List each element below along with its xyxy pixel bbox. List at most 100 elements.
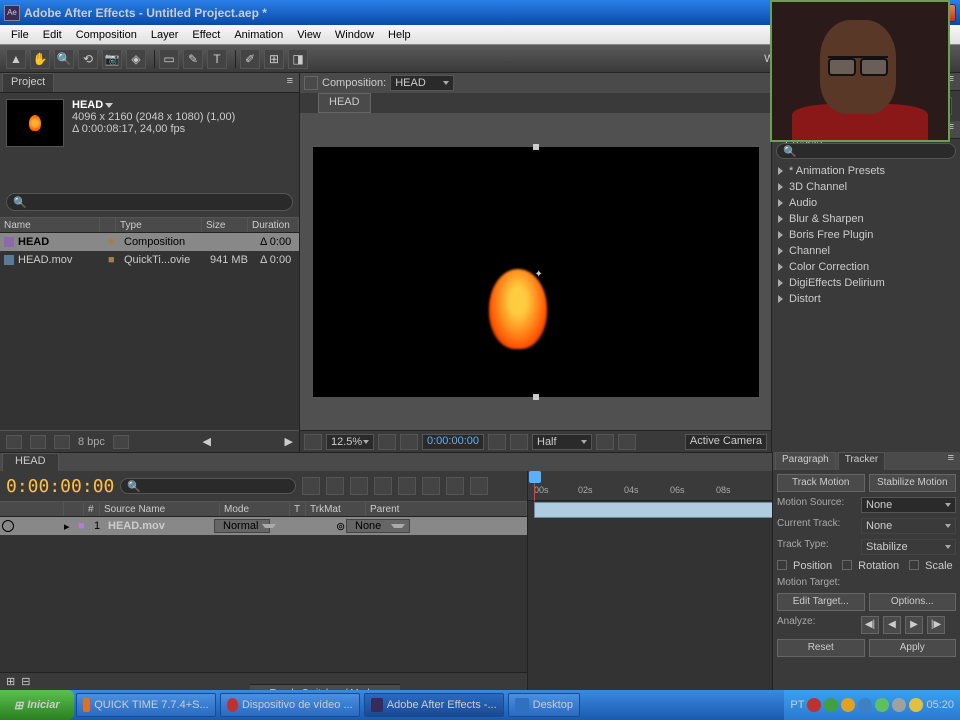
project-list[interactable]: HEAD ■ Composition Δ 0:00 HEAD.mov ■ Qui… <box>0 233 299 430</box>
roi-icon[interactable] <box>596 434 614 450</box>
canvas[interactable]: ✦ <box>313 147 759 397</box>
effects-list[interactable]: * Animation Presets 3D Channel Audio Blu… <box>772 163 960 452</box>
rotate-tool[interactable]: ⟲ <box>78 49 98 69</box>
channel-icon[interactable] <box>510 434 528 450</box>
current-time[interactable]: 0:00:00:00 <box>6 476 114 497</box>
zoom-select[interactable]: 12.5% <box>326 434 374 450</box>
new-comp-icon[interactable] <box>54 435 70 449</box>
timeline-layer[interactable]: ▸ ■ 1 HEAD.mov Normal ⊚ None <box>0 517 527 535</box>
brush-tool[interactable]: ✐ <box>240 49 260 69</box>
toggle-switches-icon[interactable]: ⊞ <box>6 675 15 688</box>
tray-icon[interactable] <box>892 698 906 712</box>
menu-layer[interactable]: Layer <box>144 29 186 41</box>
effect-category[interactable]: Audio <box>772 195 960 211</box>
taskbar-item[interactable]: Desktop <box>508 693 580 717</box>
effect-category[interactable]: 3D Channel <box>772 179 960 195</box>
tray-icon[interactable] <box>875 698 889 712</box>
new-folder-icon[interactable] <box>30 435 46 449</box>
project-item[interactable]: HEAD.mov ■ QuickTi...ovie 941 MB Δ 0:00 <box>0 251 299 269</box>
col-type[interactable]: Type <box>116 218 202 232</box>
hide-shy-icon[interactable] <box>350 477 368 495</box>
timecode-display[interactable]: 0:00:00:00 <box>422 434 484 450</box>
snapshot-icon[interactable] <box>488 434 506 450</box>
track-motion-button[interactable]: Track Motion <box>777 474 865 492</box>
menu-help[interactable]: Help <box>381 29 418 41</box>
motion-blur-icon[interactable] <box>398 477 416 495</box>
tracker-menu-icon[interactable]: ≡ <box>942 452 960 470</box>
trash-icon[interactable] <box>113 435 129 449</box>
timeline-tab[interactable]: HEAD <box>2 453 59 471</box>
clock[interactable]: 05:20 <box>926 699 954 711</box>
pan-behind-tool[interactable]: ◈ <box>126 49 146 69</box>
visibility-icon[interactable] <box>2 520 14 532</box>
system-tray[interactable]: PT 05:20 <box>784 690 960 720</box>
project-item[interactable]: HEAD ■ Composition Δ 0:00 <box>0 233 299 251</box>
mode-select[interactable]: Normal <box>214 519 270 533</box>
menu-file[interactable]: File <box>4 29 36 41</box>
tracker-tab[interactable]: Tracker <box>838 452 886 470</box>
comp-thumbnail[interactable] <box>6 99 64 147</box>
graph-editor-icon[interactable] <box>470 477 488 495</box>
effect-category[interactable]: Channel <box>772 243 960 259</box>
menu-window[interactable]: Window <box>328 29 381 41</box>
project-panel-menu-icon[interactable]: ≡ <box>281 73 299 92</box>
motion-source-select[interactable]: None <box>861 497 956 513</box>
menu-composition[interactable]: Composition <box>69 29 144 41</box>
stabilize-motion-button[interactable]: Stabilize Motion <box>869 474 957 492</box>
camera-tool[interactable]: 📷 <box>102 49 122 69</box>
menu-view[interactable]: View <box>290 29 328 41</box>
always-preview-icon[interactable] <box>304 434 322 450</box>
camera-select[interactable]: Active Camera <box>685 434 767 450</box>
comp-mini-flowchart-icon[interactable] <box>302 477 320 495</box>
hand-tool[interactable]: ✋ <box>30 49 50 69</box>
draft-3d-icon[interactable] <box>326 477 344 495</box>
col-duration[interactable]: Duration <box>248 218 299 232</box>
tray-icon[interactable] <box>841 698 855 712</box>
interpret-icon[interactable] <box>6 435 22 449</box>
taskbar-item[interactable]: Adobe After Effects -... <box>364 693 504 717</box>
mask-icon[interactable] <box>400 434 418 450</box>
rect-tool[interactable]: ▭ <box>159 49 179 69</box>
effect-category[interactable]: * Animation Presets <box>772 163 960 179</box>
comp-tab[interactable]: HEAD <box>318 93 371 113</box>
zoom-tool[interactable]: 🔍 <box>54 49 74 69</box>
tray-icon[interactable] <box>824 698 838 712</box>
effect-category[interactable]: Distort <box>772 291 960 307</box>
toggle-modes-icon[interactable]: ⊟ <box>21 675 30 688</box>
col-size[interactable]: Size <box>202 218 248 232</box>
paragraph-tab[interactable]: Paragraph <box>775 452 836 470</box>
lang-indicator[interactable]: PT <box>790 699 804 711</box>
menu-edit[interactable]: Edit <box>36 29 69 41</box>
tray-icon[interactable] <box>807 698 821 712</box>
bit-depth[interactable]: 8 bpc <box>78 436 105 448</box>
menu-effect[interactable]: Effect <box>185 29 227 41</box>
project-tab[interactable]: Project <box>2 73 54 92</box>
effect-category[interactable]: Blur & Sharpen <box>772 211 960 227</box>
pen-tool[interactable]: ✎ <box>183 49 203 69</box>
tray-icon[interactable] <box>909 698 923 712</box>
timeline-search[interactable]: 🔍 <box>120 478 296 494</box>
tray-icon[interactable] <box>858 698 872 712</box>
start-button[interactable]: ⊞Iniciar <box>0 690 74 720</box>
col-name[interactable]: Name <box>0 218 100 232</box>
viewport[interactable]: ✦ <box>300 113 771 430</box>
comp-select[interactable]: HEAD <box>390 75 454 91</box>
menu-animation[interactable]: Animation <box>227 29 290 41</box>
text-tool[interactable]: T <box>207 49 227 69</box>
taskbar-item[interactable]: Dispositivo de vídeo ... <box>220 693 360 717</box>
transparency-icon[interactable] <box>618 434 636 450</box>
frame-blend-icon[interactable] <box>374 477 392 495</box>
effect-category[interactable]: Boris Free Plugin <box>772 227 960 243</box>
eraser-tool[interactable]: ◨ <box>288 49 308 69</box>
resolution-select[interactable]: Half <box>532 434 592 450</box>
parent-select[interactable]: None <box>346 519 410 533</box>
taskbar-item[interactable]: QUICK TIME 7.7.4+S... <box>76 693 216 717</box>
selection-tool[interactable]: ▲ <box>6 49 26 69</box>
clone-tool[interactable]: ⊞ <box>264 49 284 69</box>
auto-keyframe-icon[interactable] <box>446 477 464 495</box>
folder-icon[interactable] <box>304 76 318 90</box>
effect-category[interactable]: Color Correction <box>772 259 960 275</box>
effects-search[interactable]: 🔍 <box>776 143 956 159</box>
brainstorm-icon[interactable] <box>422 477 440 495</box>
grid-icon[interactable] <box>378 434 396 450</box>
